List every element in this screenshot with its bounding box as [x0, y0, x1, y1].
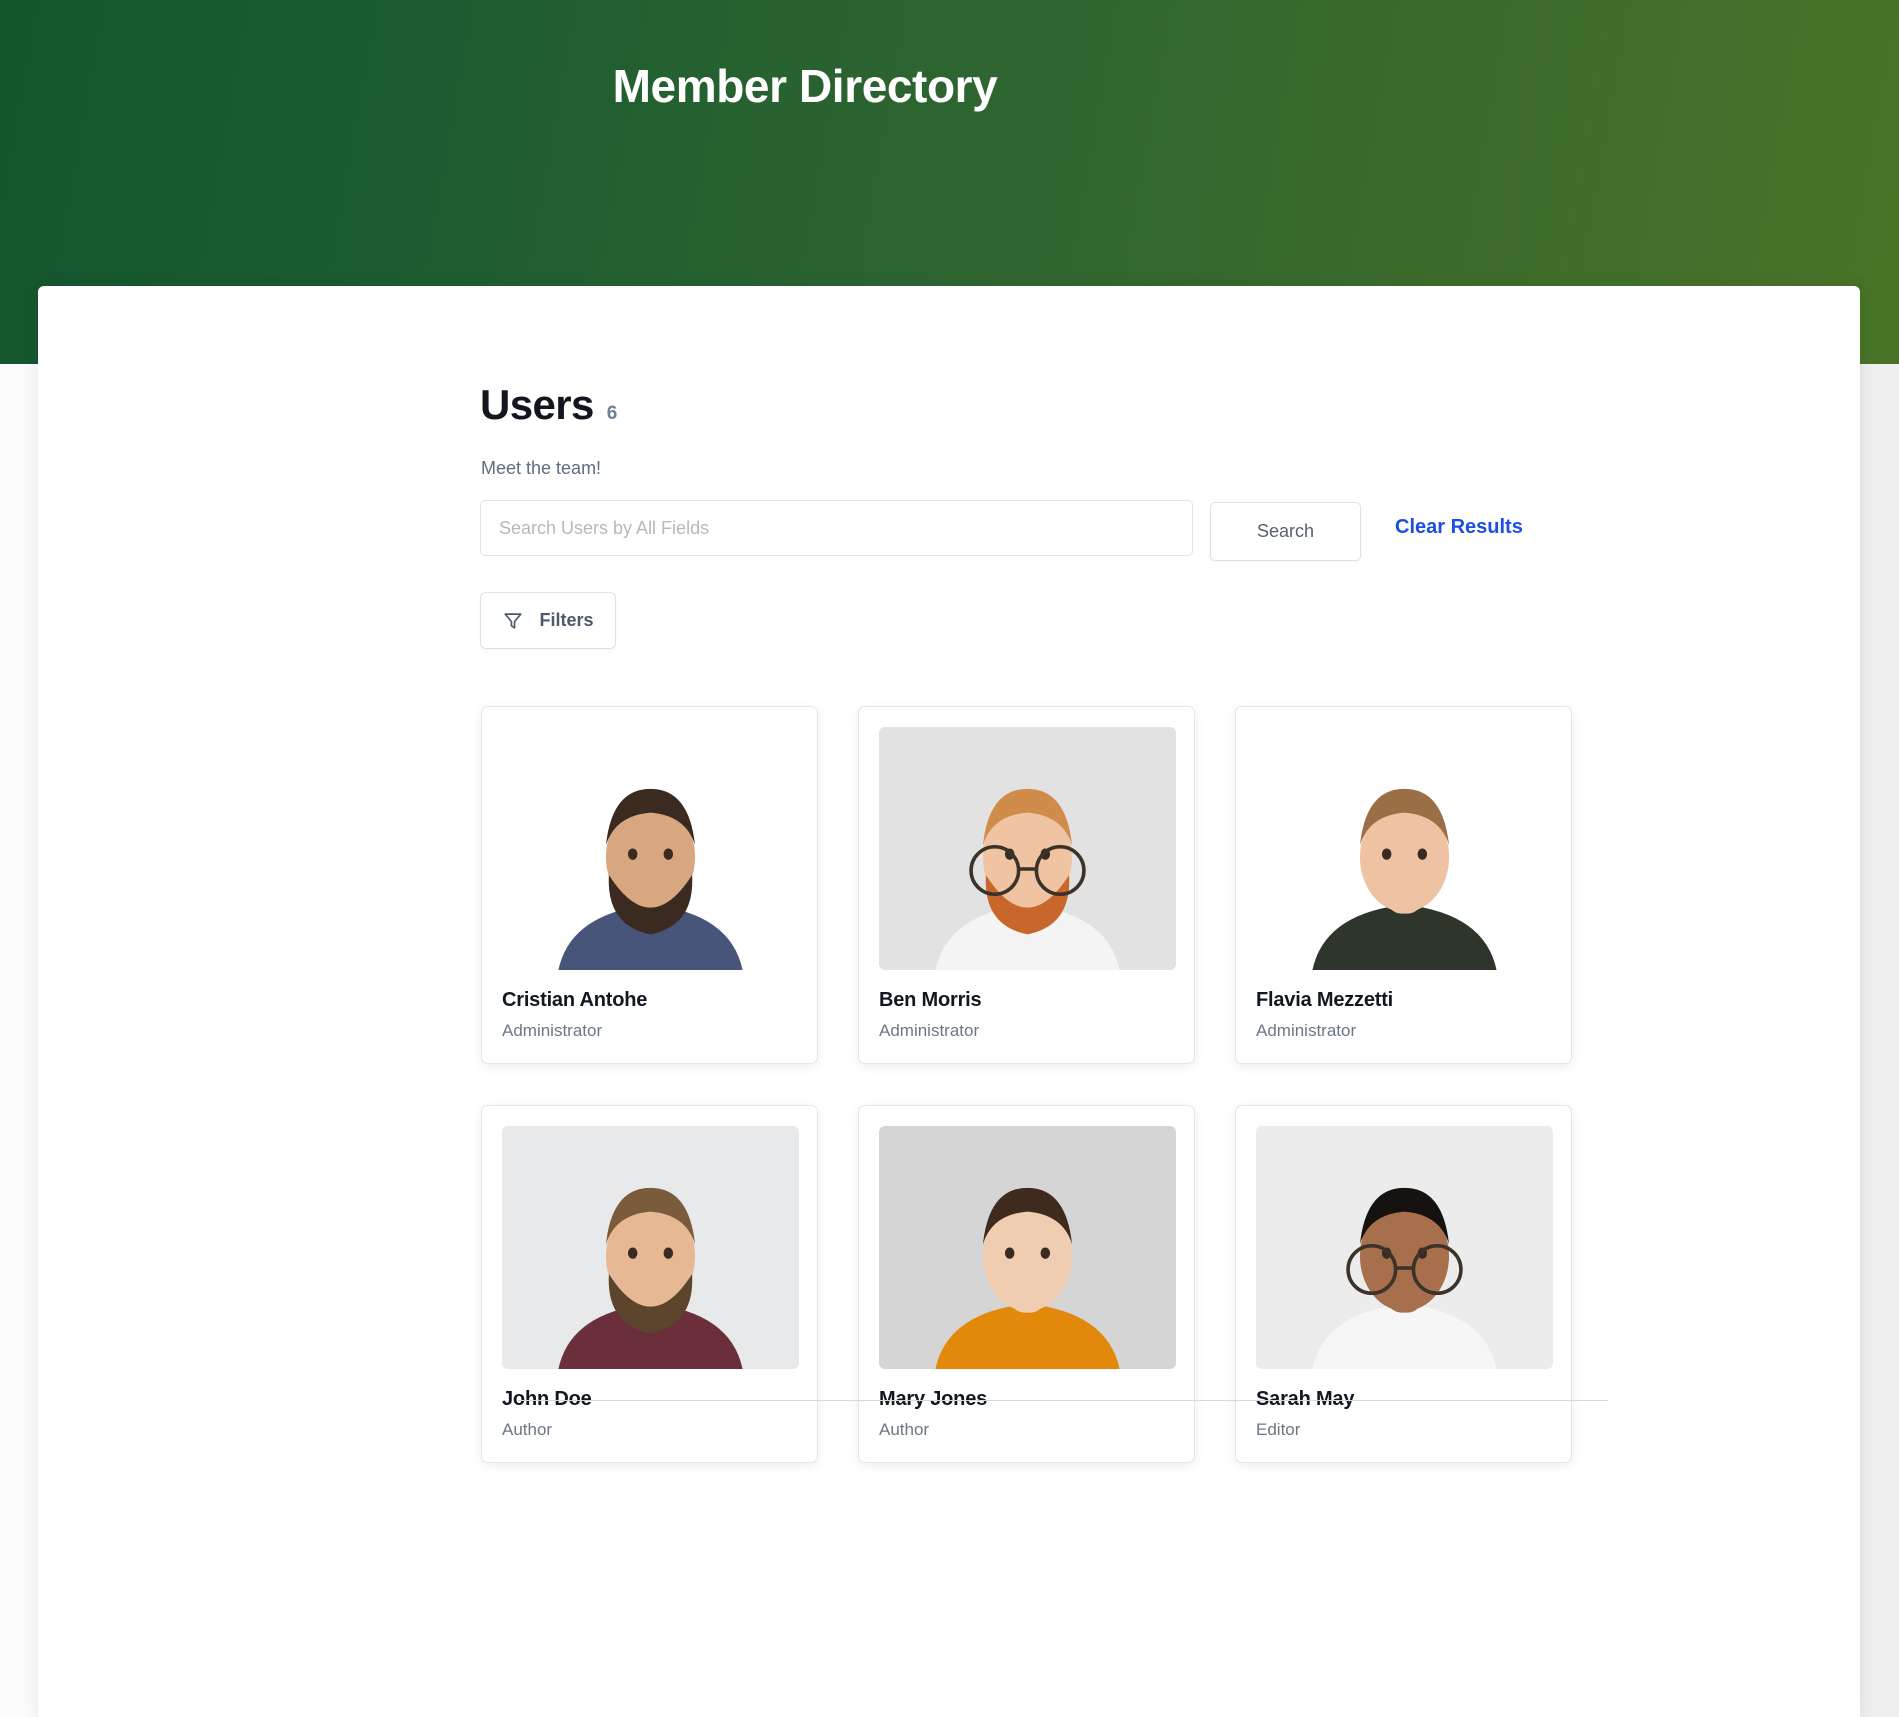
- user-role: Administrator: [1256, 1021, 1357, 1040]
- search-input[interactable]: [480, 500, 1193, 556]
- user-role: Editor: [1256, 1420, 1301, 1439]
- user-name: Cristian Antohe: [502, 989, 648, 1011]
- clear-results-link[interactable]: Clear Results: [1395, 516, 1523, 539]
- user-card[interactable]: John Doe Author: [481, 1105, 818, 1463]
- user-card[interactable]: Mary Jones Author: [858, 1105, 1195, 1463]
- page-title: Member Directory: [612, 60, 998, 112]
- user-role: Administrator: [502, 1021, 603, 1040]
- content-panel: Users 6 Meet the team! Search Clear Resu…: [38, 286, 1860, 1717]
- user-card[interactable]: Sarah May Editor: [1235, 1105, 1572, 1463]
- users-grid: Cristian Antohe Administrator Ben Morris A…: [481, 706, 1611, 1463]
- search-row: Search Clear Results: [480, 500, 1523, 561]
- user-avatar: [1256, 727, 1553, 970]
- user-avatar: [879, 727, 1176, 970]
- user-card[interactable]: Flavia Mezzetti Administrator: [1235, 706, 1572, 1064]
- users-heading: Users 6: [480, 381, 617, 429]
- user-role: Author: [502, 1420, 553, 1439]
- users-subtitle: Meet the team!: [481, 458, 602, 478]
- user-avatar: [879, 1126, 1176, 1369]
- user-name: Flavia Mezzetti: [1256, 989, 1394, 1011]
- filters-label: Filters: [539, 610, 594, 630]
- search-button[interactable]: Search: [1210, 502, 1361, 561]
- user-name: Ben Morris: [879, 989, 982, 1011]
- user-avatar: [1256, 1126, 1553, 1369]
- filters-button[interactable]: Filters: [480, 592, 616, 649]
- user-avatar: [502, 1126, 799, 1369]
- section-divider: [518, 1400, 1608, 1401]
- funnel-icon: [502, 610, 524, 632]
- users-count-badge: 6: [606, 403, 618, 424]
- user-role: Administrator: [879, 1021, 980, 1040]
- user-card[interactable]: Cristian Antohe Administrator: [481, 706, 818, 1064]
- users-heading-label: Users: [480, 381, 594, 428]
- user-avatar: [502, 727, 799, 970]
- user-card[interactable]: Ben Morris Administrator: [858, 706, 1195, 1064]
- user-role: Author: [879, 1420, 930, 1439]
